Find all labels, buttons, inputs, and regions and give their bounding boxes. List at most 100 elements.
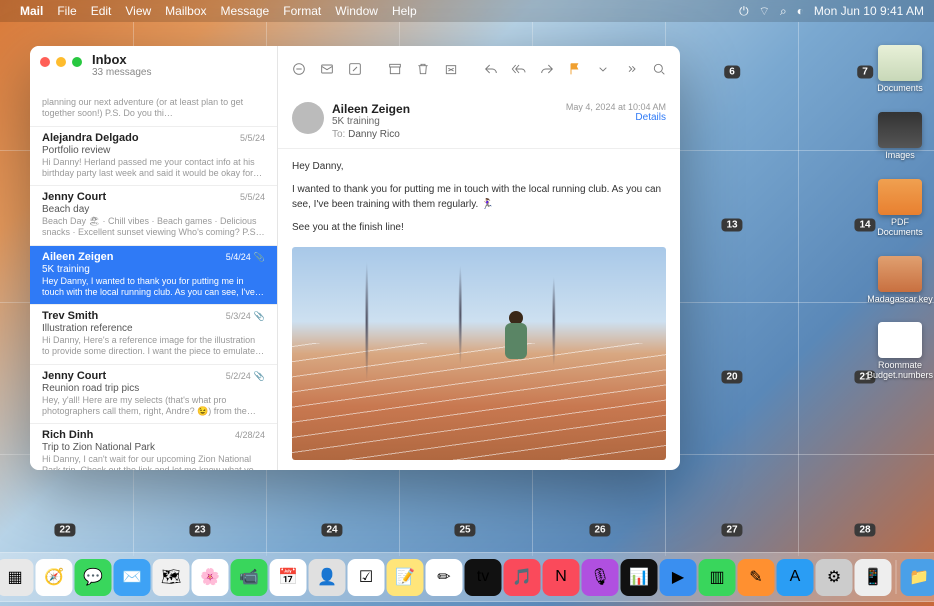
message-subject: 5K training (332, 116, 558, 127)
archive-icon[interactable] (382, 59, 408, 79)
avatar (292, 102, 324, 134)
body-paragraph: Hey Danny, (292, 159, 666, 174)
dock-appstore[interactable]: A (777, 559, 814, 596)
grid-cell-20[interactable]: 20 (721, 371, 742, 384)
grid-cell-13[interactable]: 13 (721, 219, 742, 232)
more-icon[interactable] (618, 59, 644, 79)
dock-podcasts[interactable]: 🎙 (582, 559, 619, 596)
message-to: To: Danny Rico (332, 129, 558, 140)
message-body: Hey Danny, I wanted to thank you for putt… (278, 149, 680, 470)
desktop-icon-images[interactable]: Images (874, 112, 926, 161)
grid-cell-23[interactable]: 23 (189, 524, 210, 537)
grid-cell-6[interactable]: 6 (724, 66, 740, 79)
dock-iphone[interactable]: 📱 (855, 559, 892, 596)
dock: 🙂▦🧭💬✉️🗺🌸📹📅👤☑📝✏tv🎵N🎙📊▶▥✎A⚙📱📁🗑 (0, 552, 934, 602)
dock-safari[interactable]: 🧭 (36, 559, 73, 596)
junk-icon[interactable] (438, 59, 464, 79)
message-row[interactable]: Jenny Court5/5/24Beach dayBeach Day 🏖 · … (30, 186, 277, 246)
flag-icon[interactable] (562, 59, 588, 79)
dock-stocks[interactable]: 📊 (621, 559, 658, 596)
grid-cell-22[interactable]: 22 (54, 524, 75, 537)
control-center-icon[interactable]: ⏻ (739, 4, 749, 19)
mark-read-icon[interactable] (286, 59, 312, 79)
menu-window[interactable]: Window (335, 4, 378, 18)
body-paragraph: See you at the finish line! (292, 220, 666, 235)
reply-all-icon[interactable] (506, 59, 532, 79)
menu-help[interactable]: Help (392, 4, 417, 18)
menubar: Mail File Edit View Mailbox Message Format Win… (0, 0, 934, 22)
flag-menu-icon[interactable] (590, 59, 616, 79)
grid-cell-7[interactable]: 7 (857, 66, 873, 79)
grid-cell-28[interactable]: 28 (854, 524, 875, 537)
new-message-icon[interactable] (314, 59, 340, 79)
message-row[interactable]: Trev Smith5/3/24📎Illustration referenceH… (30, 305, 277, 365)
grid-cell-25[interactable]: 25 (454, 524, 475, 537)
mailbox-subtitle: 33 messages (92, 67, 151, 78)
forward-icon[interactable] (534, 59, 560, 79)
wifi-icon[interactable]: ⌔ (759, 4, 770, 19)
menu-mailbox[interactable]: Mailbox (165, 4, 206, 18)
zoom-button[interactable] (72, 57, 82, 67)
menu-edit[interactable]: Edit (91, 4, 112, 18)
mail-sidebar: Inbox 33 messages planning our next adve… (30, 46, 277, 470)
dock-maps[interactable]: 🗺 (153, 559, 190, 596)
close-button[interactable] (40, 57, 50, 67)
window-controls (40, 57, 82, 67)
message-row[interactable]: Jenny Court5/2/24📎Reunion road trip pics… (30, 365, 277, 425)
message-from: Aileen Zeigen (332, 102, 558, 116)
message-date: May 4, 2024 at 10:04 AM (566, 102, 666, 112)
message-header: Aileen Zeigen 5K training To: Danny Rico… (278, 92, 680, 149)
reply-icon[interactable] (478, 59, 504, 79)
dock-photos[interactable]: 🌸 (192, 559, 229, 596)
dock-news[interactable]: N (543, 559, 580, 596)
compose-icon[interactable] (342, 59, 368, 79)
minimize-button[interactable] (56, 57, 66, 67)
grid-cell-24[interactable]: 24 (321, 524, 342, 537)
message-row[interactable]: Aileen Zeigen5/4/24📎5K trainingHey Danny… (30, 246, 277, 306)
menubar-clock[interactable]: Mon Jun 10 9:41 AM (814, 4, 924, 18)
message-row[interactable]: Rich Dinh4/28/24Trip to Zion National Pa… (30, 424, 277, 470)
dock-numbers[interactable]: ▥ (699, 559, 736, 596)
toolbar (278, 46, 680, 92)
search-toolbar-icon[interactable] (646, 59, 672, 79)
message-content: Aileen Zeigen 5K training To: Danny Rico… (277, 46, 680, 470)
desktop-icon-num[interactable]: Roommate Budget.numbers (874, 322, 926, 381)
grid-cell-14[interactable]: 14 (854, 219, 875, 232)
dock-reminders[interactable]: ☑ (348, 559, 385, 596)
menu-view[interactable]: View (125, 4, 151, 18)
app-name[interactable]: Mail (20, 4, 43, 18)
dock-downloads[interactable]: 📁 (901, 559, 934, 596)
dock-launchpad[interactable]: ▦ (0, 559, 34, 596)
dock-mail[interactable]: ✉️ (114, 559, 151, 596)
desktop-icon-pdf[interactable]: PDF Documents (874, 179, 926, 238)
search-icon[interactable]: ⌕ (780, 4, 787, 19)
menu-file[interactable]: File (57, 4, 76, 18)
siri-icon[interactable]: ◐ (797, 4, 804, 18)
desktop-icon-docs[interactable]: Documents (874, 45, 926, 94)
dock-freeform[interactable]: ✏ (426, 559, 463, 596)
message-attachment-image[interactable] (292, 247, 666, 460)
desktop-icon-key[interactable]: Madagascar.key (874, 256, 926, 305)
mail-window: Inbox 33 messages planning our next adve… (30, 46, 680, 470)
dock-settings[interactable]: ⚙ (816, 559, 853, 596)
body-paragraph: I wanted to thank you for putting me in … (292, 182, 666, 212)
menu-format[interactable]: Format (283, 4, 321, 18)
trash-icon[interactable] (410, 59, 436, 79)
details-button[interactable]: Details (566, 112, 666, 123)
dock-music[interactable]: 🎵 (504, 559, 541, 596)
dock-calendar[interactable]: 📅 (270, 559, 307, 596)
dock-messages[interactable]: 💬 (75, 559, 112, 596)
message-list[interactable]: planning our next adventure (or at least… (30, 92, 277, 470)
dock-keynote[interactable]: ▶ (660, 559, 697, 596)
message-row[interactable]: planning our next adventure (or at least… (30, 92, 277, 127)
dock-facetime[interactable]: 📹 (231, 559, 268, 596)
dock-pages[interactable]: ✎ (738, 559, 775, 596)
dock-tv[interactable]: tv (465, 559, 502, 596)
grid-cell-26[interactable]: 26 (589, 524, 610, 537)
message-row[interactable]: Alejandra Delgado5/5/24Portfolio reviewH… (30, 127, 277, 187)
dock-contacts[interactable]: 👤 (309, 559, 346, 596)
dock-notes[interactable]: 📝 (387, 559, 424, 596)
mailbox-title: Inbox (92, 52, 151, 67)
grid-cell-27[interactable]: 27 (721, 524, 742, 537)
menu-message[interactable]: Message (221, 4, 270, 18)
